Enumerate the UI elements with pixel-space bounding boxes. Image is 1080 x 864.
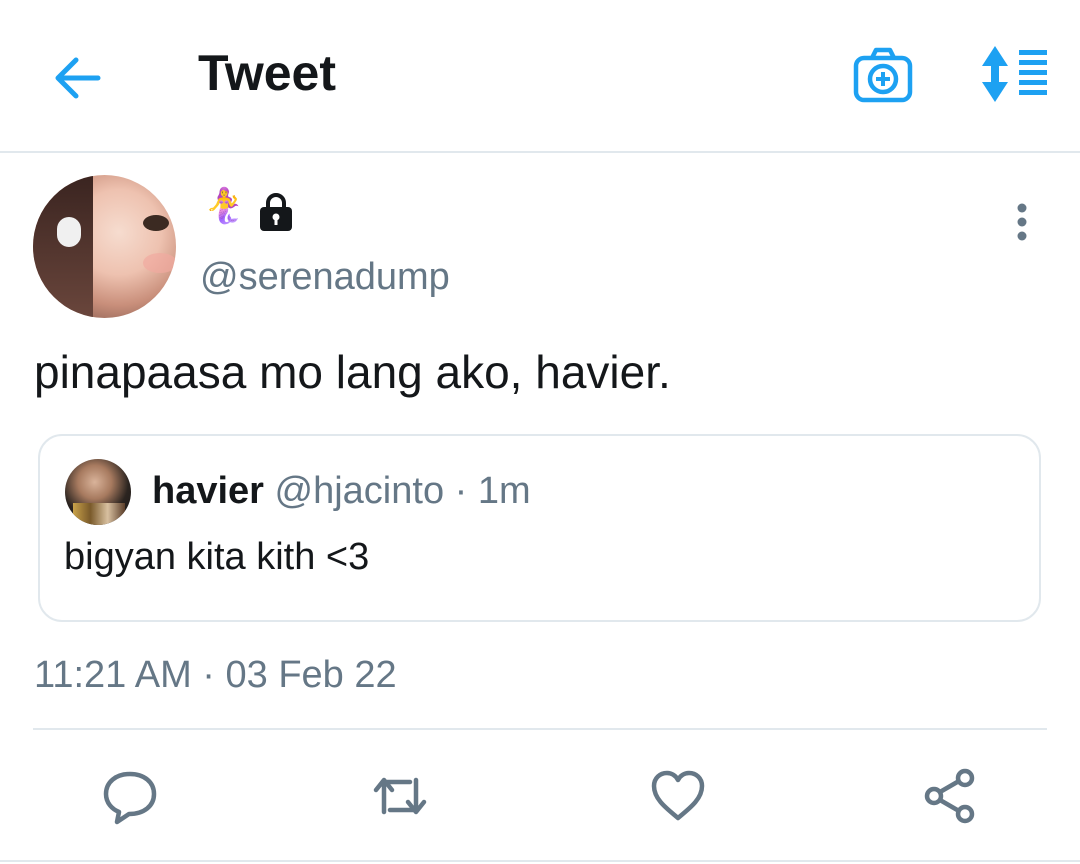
more-options-button[interactable] (1005, 200, 1039, 244)
quoted-tweet-header: havier @hjacinto · 1m (152, 470, 531, 513)
author-handle[interactable]: @serenadump (200, 256, 450, 299)
retweet-button[interactable] (370, 766, 430, 826)
like-icon (651, 770, 705, 821)
author-avatar[interactable] (33, 175, 176, 318)
reply-icon (103, 771, 157, 825)
reply-button[interactable] (100, 766, 160, 826)
page-title: Tweet (198, 45, 336, 101)
display-name[interactable]: 🧜‍♀️ (203, 186, 245, 226)
share-button[interactable] (920, 766, 980, 826)
sort-button[interactable] (975, 44, 1049, 104)
back-button[interactable] (48, 48, 108, 108)
divider (33, 728, 1047, 730)
camera-plus-icon (853, 47, 913, 103)
like-button[interactable] (648, 766, 708, 826)
quoted-author-avatar (65, 459, 131, 525)
top-app-bar: Tweet (0, 0, 1080, 153)
retweet-icon (373, 777, 427, 815)
quoted-author-name: havier (152, 470, 264, 512)
bottom-divider (0, 860, 1080, 862)
lock-icon (257, 192, 295, 232)
quoted-tweet[interactable]: havier @hjacinto · 1m bigyan kita kith <… (38, 434, 1041, 622)
tweet-text: pinapaasa mo lang ako, havier. (34, 346, 671, 398)
tweet-timestamp: 11:21 AM · 03 Feb 22 (34, 654, 397, 696)
sort-list-icon (982, 46, 1047, 102)
camera-button[interactable] (852, 44, 914, 106)
arrow-left-icon (55, 57, 101, 99)
more-vertical-icon (1017, 203, 1027, 241)
quoted-author-meta: @hjacinto · 1m (263, 470, 531, 512)
share-icon (924, 768, 975, 824)
quoted-tweet-text: bigyan kita kith <3 (64, 536, 370, 578)
